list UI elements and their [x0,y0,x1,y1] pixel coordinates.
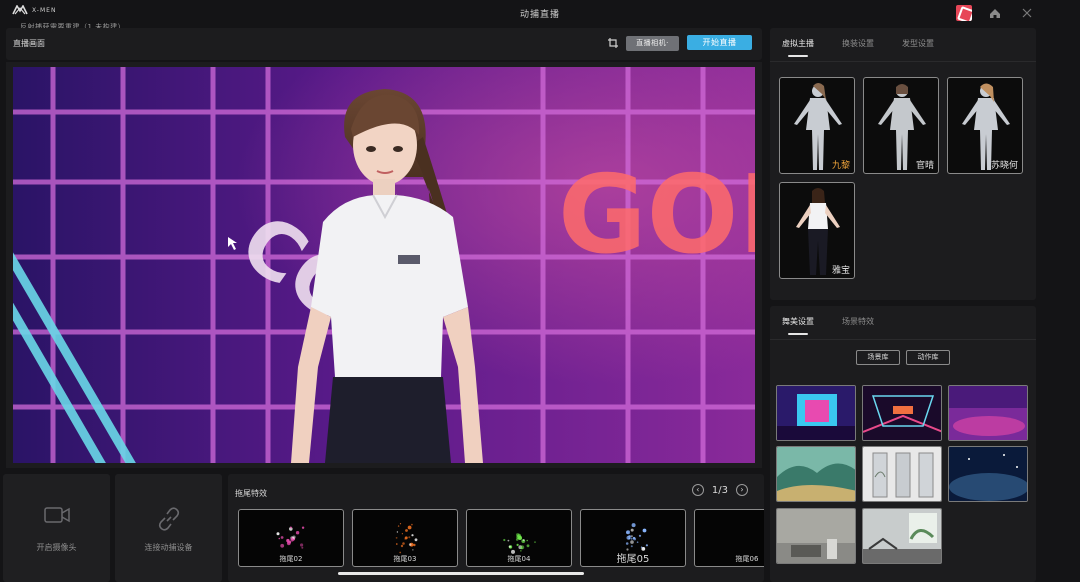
library-buttons: 场景库 动作库 [856,350,950,365]
user-avatar[interactable] [956,5,972,21]
live-header: 直播画面 直播相机· 开始直播 [6,28,762,60]
avatar-tabs: 虚拟主播 换装设置 发型设置 [782,38,934,57]
scene-preview [777,447,855,501]
scene-thumbnail[interactable] [862,385,942,441]
stage-panel: 舞美设置 场景特效 场景库 动作库 [770,306,1036,582]
effect-label: 拖尾05 [616,554,650,565]
prev-page-button[interactable]: ‹ [691,484,704,496]
scene-preview [777,386,855,440]
avatar-name: 官晴 [915,161,934,171]
live-camera-select[interactable]: 直播相机· [626,36,679,51]
scene-thumbnail[interactable] [776,385,856,441]
scene-thumbnail[interactable] [862,446,942,502]
effect-label: 拖尾04 [507,555,531,563]
scene-preview [777,509,855,563]
scene-thumbnail[interactable] [948,446,1028,502]
effects-row: 拖尾02 拖尾03 拖尾04 拖尾05 拖尾06 [238,509,764,567]
avatar-card[interactable]: 官晴 [863,77,939,174]
tab-outfit-settings[interactable]: 换装设置 [842,38,874,57]
avatar-card[interactable]: 雅宝 [779,182,855,279]
action-library-button[interactable]: 动作库 [906,350,950,365]
avatar-name: 苏晓何 [990,161,1018,171]
close-icon [1022,8,1032,18]
camera-icon [43,507,70,523]
avatar-name: 九黎 [831,161,850,171]
trail-effects-title: 拖尾特效 [235,489,267,498]
scene-thumbnail[interactable] [776,446,856,502]
scene-thumbnail[interactable] [948,385,1028,441]
connect-mocap-label: 连接动捕设备 [144,543,193,552]
effect-card[interactable]: 拖尾04 [466,509,572,567]
trail-effects-panel: 拖尾特效 ‹ 1/3 › 拖尾02 拖尾03 拖尾04 拖尾05 拖尾06 [228,474,764,582]
home-button[interactable] [986,4,1004,22]
scene-thumbnail[interactable] [862,508,942,564]
open-camera-label: 开启摄像头 [36,543,77,552]
avatar-card[interactable]: 九黎 [779,77,855,174]
link-icon [158,507,179,531]
home-icon [990,8,1000,18]
effect-label: 拖尾03 [393,555,417,563]
neon-sign-god: GOD [558,153,755,278]
open-camera-button[interactable]: 开启摄像头 [3,474,110,582]
scene-preview [863,509,941,563]
right-gutter [1038,26,1080,582]
effects-pager: ‹ 1/3 › [691,484,748,496]
tab-divider [770,61,1036,62]
scene-preview [863,447,941,501]
live-title: 直播画面 [13,39,45,48]
tab-scene-effects[interactable]: 场景特效 [842,316,874,335]
scene-thumbnail[interactable] [776,508,856,564]
page-indicator: 1/3 [711,484,728,496]
close-button[interactable] [1018,4,1036,22]
tab-stage-settings[interactable]: 舞美设置 [782,316,814,335]
avatar-panel: 虚拟主播 换装设置 发型设置 九黎 官晴 苏晓何 雅宝 [770,28,1036,300]
scene-preview [949,447,1027,501]
live-viewport[interactable]: GOD CC [13,67,755,463]
title-bar: X-MEN 反射捕获需要重建（1 未构建） 动捕直播 [0,0,1080,31]
window-title: 动捕直播 [519,10,560,20]
window-controls [956,4,1036,22]
effect-card[interactable]: 拖尾05 [580,509,686,567]
effects-scrollbar[interactable] [338,572,584,575]
effect-card[interactable]: 拖尾06 [694,509,764,567]
stage-tabs: 舞美设置 场景特效 [782,316,874,335]
avatar-name: 雅宝 [831,266,850,276]
avatar-card[interactable]: 苏晓何 [947,77,1023,174]
live-viewport-frame: GOD CC [6,62,762,468]
next-page-button[interactable]: › [736,484,748,496]
effect-card[interactable]: 拖尾03 [352,509,458,567]
connect-mocap-button[interactable]: 连接动捕设备 [115,474,222,582]
live-scene: GOD CC [13,67,755,463]
tab-divider [770,339,1036,340]
effect-label: 拖尾06 [735,555,759,563]
tab-hair-settings[interactable]: 发型设置 [902,38,934,57]
scene-preview [863,386,941,440]
start-live-button[interactable]: 开始直播 [687,35,752,50]
effect-label: 拖尾02 [279,555,303,563]
crop-icon[interactable] [607,37,619,49]
scene-library-button[interactable]: 场景库 [856,350,900,365]
scene-preview [949,386,1027,440]
tab-virtual-anchor[interactable]: 虚拟主播 [782,38,814,57]
effect-card[interactable]: 拖尾02 [238,509,344,567]
